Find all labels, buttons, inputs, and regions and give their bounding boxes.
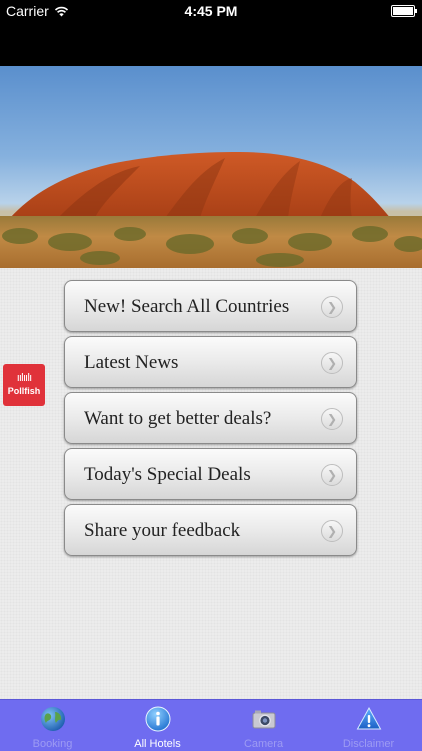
tab-booking[interactable]: Booking (0, 700, 105, 751)
menu-button-label: New! Search All Countries (84, 296, 290, 317)
pollfish-label: Pollfish (7, 386, 41, 396)
uluru-photo (0, 152, 422, 268)
chevron-right-icon: ❯ (321, 408, 343, 430)
latest-news-button[interactable]: Latest News ❯ (64, 336, 357, 388)
info-icon (145, 706, 170, 732)
menu-button-label: Share your feedback (84, 520, 241, 541)
battery-icon (391, 5, 417, 17)
globe-icon (40, 707, 65, 731)
tab-camera[interactable]: Camera (211, 700, 316, 751)
tab-label: Booking (32, 738, 73, 750)
tab-disclaimer[interactable]: Disclaimer (316, 700, 421, 751)
chevron-right-icon: ❯ (321, 352, 343, 374)
menu-button-label: Latest News (84, 352, 179, 373)
share-feedback-button[interactable]: Share your feedback ❯ (64, 504, 357, 556)
better-deals-button[interactable]: Want to get better deals? ❯ (64, 392, 357, 444)
hero-image (0, 66, 422, 268)
menu-button-label: Want to get better deals? (84, 408, 272, 429)
pollfish-button[interactable]: ıılıılı Pollfish (3, 364, 45, 406)
tab-label: Disclaimer (342, 738, 395, 750)
status-bar: Carrier 4:45 PM (0, 0, 422, 66)
special-deals-button[interactable]: Today's Special Deals ❯ (64, 448, 357, 500)
search-all-countries-button[interactable]: New! Search All Countries ❯ (64, 280, 357, 332)
tab-all-hotels[interactable]: All Hotels (105, 700, 210, 751)
tab-label: Camera (243, 738, 284, 750)
chevron-right-icon: ❯ (321, 464, 343, 486)
tab-label: All Hotels (134, 738, 181, 750)
chevron-right-icon: ❯ (321, 296, 343, 318)
status-time: 4:45 PM (184, 3, 238, 19)
camera-icon (252, 710, 275, 729)
warning-icon (356, 706, 381, 730)
menu-button-label: Today's Special Deals (84, 464, 251, 485)
pollfish-wave-icon: ıılıılı (16, 371, 32, 384)
tab-bar: Booking All Hotels Camera Disclaimer (0, 699, 422, 751)
chevron-right-icon: ❯ (321, 520, 343, 542)
